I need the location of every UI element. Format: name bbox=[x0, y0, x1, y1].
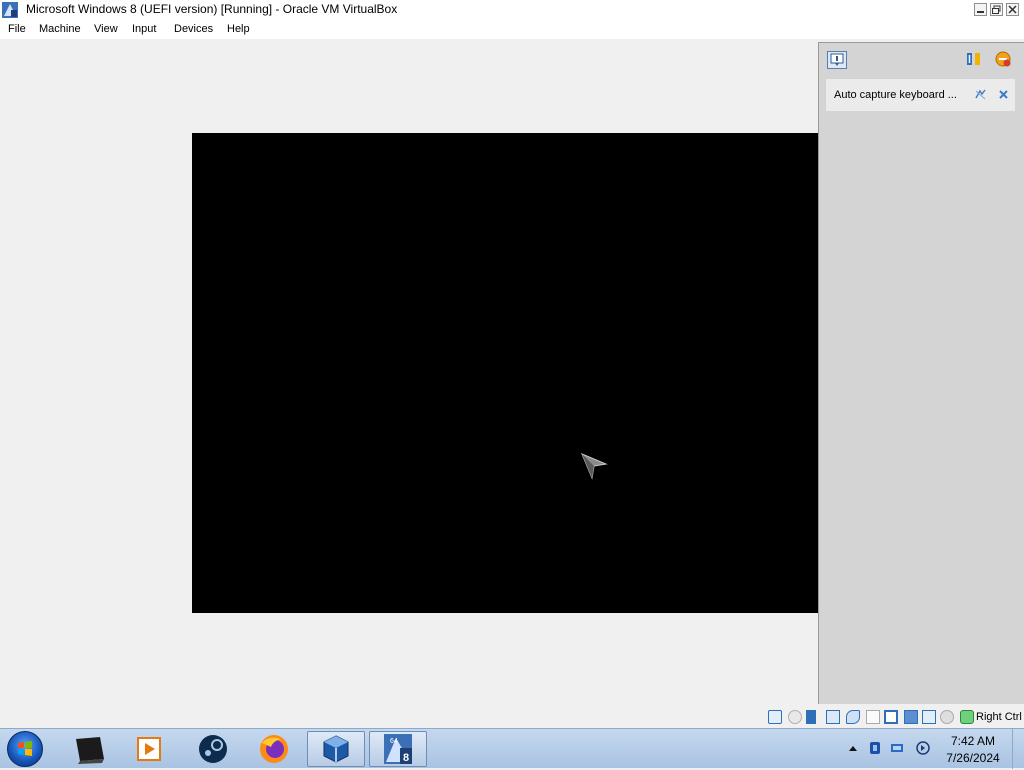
host-key-label: Right Ctrl bbox=[976, 711, 1022, 723]
close-button[interactable] bbox=[1006, 3, 1019, 16]
restore-button[interactable] bbox=[990, 3, 1003, 16]
close-notification-icon[interactable] bbox=[997, 88, 1010, 101]
network-icon[interactable] bbox=[826, 710, 840, 724]
show-hidden-icons-icon[interactable] bbox=[846, 741, 860, 755]
taskbar-firefox[interactable] bbox=[245, 731, 303, 767]
mouse-pointer-icon bbox=[580, 452, 608, 483]
audio-icon[interactable] bbox=[806, 710, 816, 724]
taskbar: 8 64 7:42 AM 7/26/2024 bbox=[0, 728, 1024, 769]
shared-folders-icon[interactable] bbox=[866, 710, 880, 724]
dismiss-all-notifications-icon[interactable] bbox=[994, 50, 1012, 68]
taskbar-steam[interactable] bbox=[184, 731, 242, 767]
notification-center-panel: Auto capture keyboard ... bbox=[818, 42, 1024, 704]
menu-bar: File Machine View Input Devices Help bbox=[0, 20, 1024, 39]
display-icon[interactable] bbox=[884, 710, 898, 724]
menu-file[interactable]: File bbox=[8, 23, 26, 35]
menu-devices[interactable]: Devices bbox=[174, 23, 213, 35]
menu-help[interactable]: Help bbox=[227, 23, 250, 35]
taskbar-media-player[interactable] bbox=[120, 731, 178, 767]
notification-item[interactable]: Auto capture keyboard ... bbox=[826, 79, 1015, 111]
notification-text: Auto capture keyboard ... bbox=[834, 89, 957, 101]
hard-disk-icon[interactable] bbox=[768, 710, 782, 724]
menu-machine[interactable]: Machine bbox=[39, 23, 81, 35]
video-capture-icon[interactable] bbox=[904, 710, 918, 724]
virtualization-icon[interactable] bbox=[922, 710, 936, 724]
svg-text:8: 8 bbox=[403, 752, 409, 764]
tray-app-icon[interactable] bbox=[868, 741, 882, 755]
minimize-button[interactable] bbox=[974, 3, 987, 16]
vm-status-bar: Right Ctrl bbox=[760, 708, 1024, 728]
system-tray: 7:42 AM 7/26/2024 bbox=[840, 729, 1024, 769]
window-title: Microsoft Windows 8 (UEFI version) [Runn… bbox=[26, 2, 398, 16]
keyboard-capture-icon[interactable] bbox=[960, 710, 974, 724]
usb-icon[interactable] bbox=[846, 710, 860, 724]
menu-input[interactable]: Input bbox=[132, 23, 156, 35]
volume-icon[interactable] bbox=[916, 741, 930, 755]
menu-view[interactable]: View bbox=[94, 23, 118, 35]
taskbar-terminal[interactable] bbox=[60, 731, 118, 767]
optical-drive-icon[interactable] bbox=[788, 710, 802, 724]
mouse-integration-icon[interactable] bbox=[940, 710, 954, 724]
vm-display[interactable] bbox=[192, 133, 830, 613]
help-icon[interactable] bbox=[974, 88, 987, 101]
clock-time[interactable]: 7:42 AM bbox=[936, 734, 1010, 748]
svg-text:64: 64 bbox=[390, 738, 398, 745]
virtualbox-vm-icon bbox=[2, 2, 18, 18]
title-bar: Microsoft Windows 8 (UEFI version) [Runn… bbox=[0, 0, 1024, 21]
taskbar-windows8-vm[interactable]: 8 64 bbox=[369, 731, 427, 767]
sort-notifications-icon[interactable] bbox=[965, 50, 983, 68]
network-tray-icon[interactable] bbox=[890, 741, 904, 755]
clock-date[interactable]: 7/26/2024 bbox=[936, 751, 1010, 765]
notification-center-toggle-icon[interactable] bbox=[827, 51, 847, 69]
start-button[interactable] bbox=[7, 731, 43, 767]
show-desktop-button[interactable] bbox=[1012, 729, 1024, 769]
taskbar-virtualbox[interactable] bbox=[307, 731, 365, 767]
